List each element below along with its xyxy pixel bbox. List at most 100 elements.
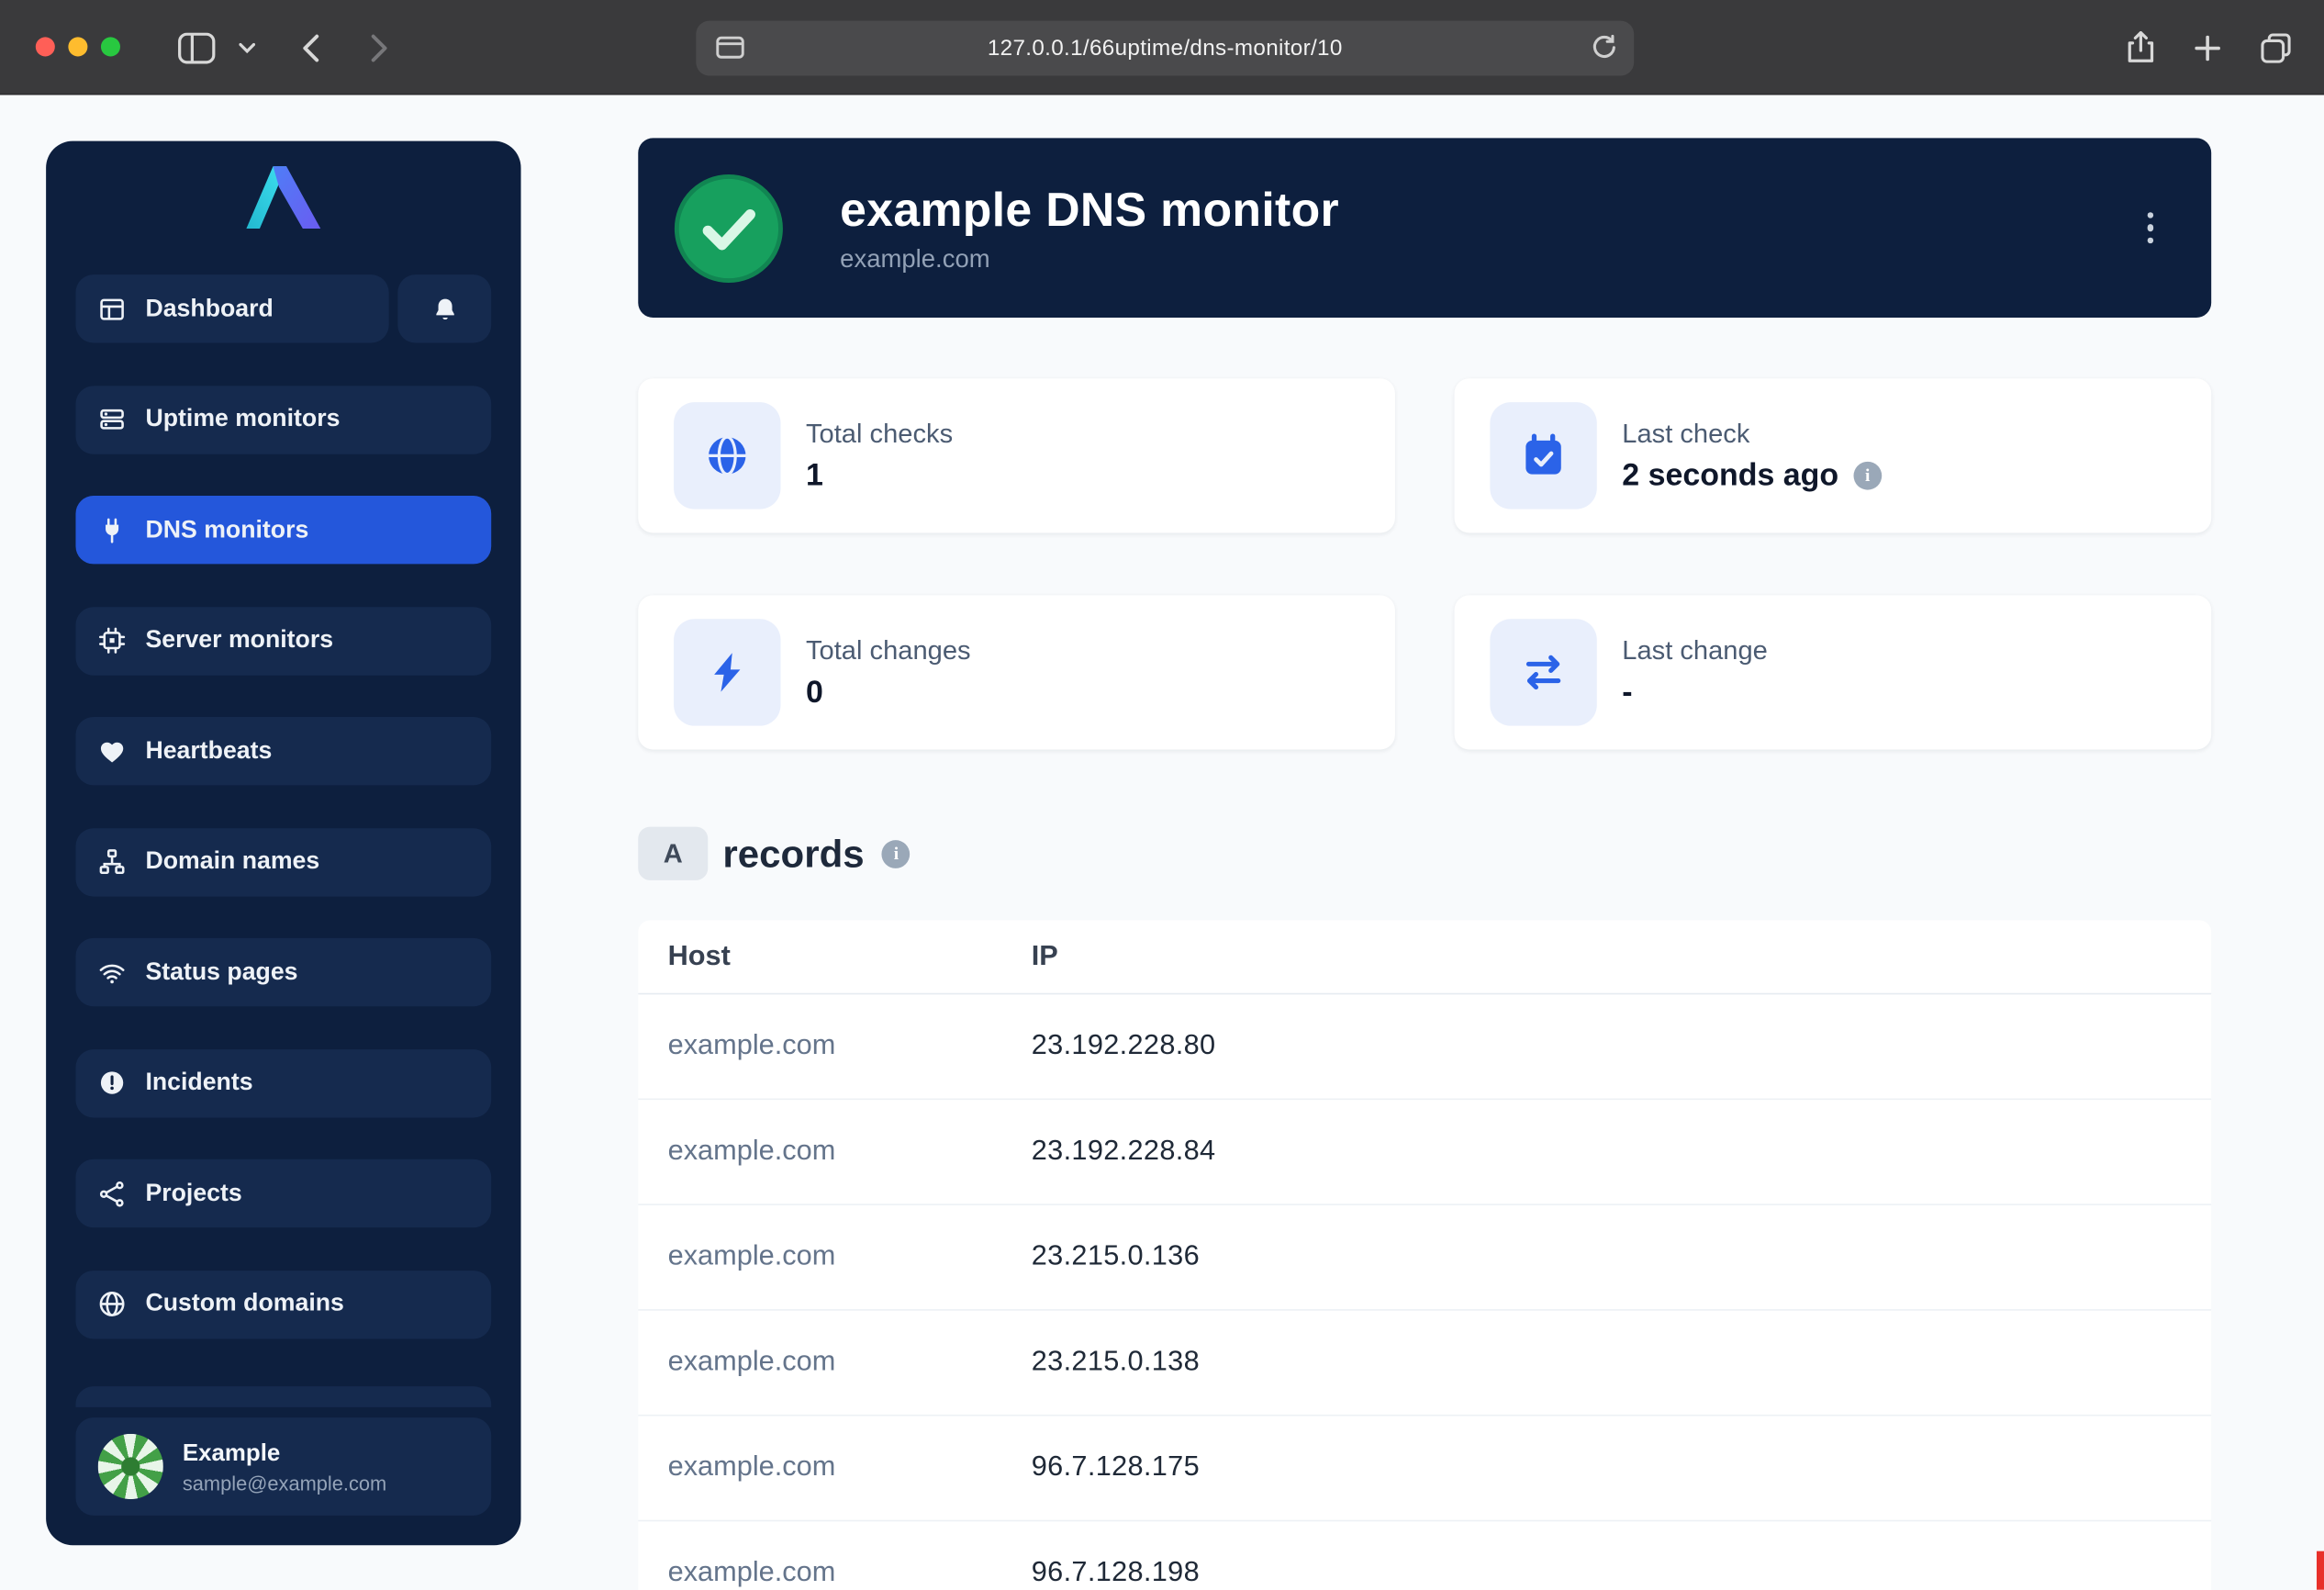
stat-value: 2 seconds ago i [1622, 458, 1882, 494]
url-text: 127.0.0.1/66uptime/dns-monitor/10 [988, 36, 1343, 61]
stat-card-total-checks: Total checks 1 [638, 378, 1395, 532]
arrows-swap-icon [1490, 619, 1596, 725]
new-tab-icon[interactable] [2182, 0, 2232, 95]
table-row: example.com 23.192.228.80 [638, 994, 2211, 1100]
sidebar-item-server-monitors[interactable]: Server monitors [75, 607, 491, 675]
stat-text: Last change - [1622, 634, 1768, 710]
forward-button[interactable] [356, 0, 401, 95]
ip-cell: 23.192.228.84 [1032, 1136, 1216, 1169]
sidebar-item-domain-names[interactable]: Domain names [75, 827, 491, 895]
sidebar-item-label: Projects [145, 1180, 241, 1208]
alert-circle-icon [98, 1069, 127, 1097]
close-window-button[interactable] [36, 37, 55, 56]
wifi-icon [98, 958, 127, 987]
host-cell: example.com [638, 1557, 1031, 1590]
stat-value: - [1622, 675, 1768, 711]
info-icon[interactable]: i [1853, 462, 1882, 490]
page-title: example DNS monitor [840, 182, 1339, 237]
notifications-button[interactable] [397, 274, 491, 342]
bell-icon [431, 295, 458, 323]
user-name: Example [183, 1439, 386, 1469]
sidebar-item-label: Custom domains [145, 1290, 343, 1318]
ip-cell: 96.7.128.198 [1032, 1557, 1200, 1590]
sidebar-item-projects[interactable]: Projects [75, 1159, 491, 1227]
stat-text: Total changes 0 [806, 634, 971, 710]
nodes-icon [98, 1180, 127, 1208]
host-cell: example.com [638, 1347, 1031, 1380]
screen: 127.0.0.1/66uptime/dns-monitor/10 [0, 0, 2324, 1590]
records-title: records [722, 831, 864, 877]
grid-icon [98, 295, 127, 323]
minimize-window-button[interactable] [68, 37, 87, 56]
stat-text: Total checks 1 [806, 418, 953, 493]
sidebar-toggle-icon[interactable] [173, 0, 220, 95]
browser-chrome: 127.0.0.1/66uptime/dns-monitor/10 [0, 0, 2324, 95]
info-icon[interactable]: i [882, 839, 911, 868]
page-settings-icon[interactable] [715, 34, 744, 68]
reload-icon[interactable] [1591, 34, 1617, 68]
stat-card-total-changes: Total changes 0 [638, 595, 1395, 749]
screen-edge-artifact [2317, 1551, 2324, 1590]
address-bar[interactable]: 127.0.0.1/66uptime/dns-monitor/10 [696, 21, 1634, 76]
sidebar-item-uptime-monitors[interactable]: Uptime monitors [75, 386, 491, 453]
traffic-lights [36, 37, 120, 56]
share-icon[interactable] [2117, 0, 2164, 95]
host-cell: example.com [638, 1241, 1031, 1274]
sidebar-item-incidents[interactable]: Incidents [75, 1048, 491, 1116]
sidebar-item-label: Domain names [145, 847, 319, 876]
calendar-check-icon [1490, 402, 1596, 509]
tab-overview-icon[interactable] [2250, 0, 2300, 95]
cpu-icon [98, 626, 127, 655]
globe-icon [98, 1290, 127, 1318]
sidebar-item-label: Dashboard [145, 295, 273, 323]
globe-icon [674, 402, 780, 509]
sidebar-item-status-pages[interactable]: Status pages [75, 938, 491, 1006]
host-cell: example.com [638, 1451, 1031, 1484]
user-menu[interactable]: Example sample@example.com [75, 1417, 491, 1516]
sidebar-item-label: Server monitors [145, 626, 333, 655]
ip-cell: 23.192.228.80 [1032, 1030, 1216, 1063]
host-cell: example.com [638, 1030, 1031, 1063]
stat-value: 0 [806, 675, 971, 711]
records-table: Host IP example.com 23.192.228.80 exampl… [638, 920, 2211, 1590]
monitor-header-card: example DNS monitor example.com [638, 138, 2211, 318]
status-ok-icon [674, 173, 784, 283]
avatar [98, 1434, 163, 1499]
table-row: example.com 96.7.128.198 [638, 1521, 2211, 1590]
table-row: example.com 23.215.0.136 [638, 1205, 2211, 1311]
user-email: sample@example.com [183, 1472, 386, 1494]
stat-card-last-change: Last change - [1455, 595, 2212, 749]
ip-cell: 23.215.0.138 [1032, 1347, 1200, 1380]
sidebar-item-custom-domains[interactable]: Custom domains [75, 1270, 491, 1338]
record-type-badge: A [638, 827, 708, 880]
chevron-down-icon[interactable] [231, 0, 261, 95]
sidebar-item-dashboard[interactable]: Dashboard [75, 274, 388, 342]
user-info: Example sample@example.com [183, 1439, 386, 1495]
bolt-icon [674, 619, 780, 725]
heart-icon [98, 737, 127, 766]
host-cell: example.com [638, 1136, 1031, 1169]
kebab-menu-icon[interactable] [2125, 194, 2175, 262]
stat-text: Last check 2 seconds ago i [1622, 418, 1882, 493]
sidebar: Dashboard Uptime monitors [46, 141, 520, 1546]
zoom-window-button[interactable] [101, 37, 120, 56]
table-row: example.com 96.7.128.175 [638, 1416, 2211, 1522]
table-row: example.com 23.192.228.84 [638, 1100, 2211, 1205]
stat-card-last-check: Last check 2 seconds ago i [1455, 378, 2212, 532]
ip-cell: 23.215.0.136 [1032, 1241, 1200, 1274]
stat-value-text: 2 seconds ago [1622, 458, 1838, 494]
stat-label: Last change [1622, 634, 1768, 666]
sidebar-item-label: DNS monitors [145, 516, 308, 544]
sidebar-item-dns-monitors[interactable]: DNS monitors [75, 496, 491, 564]
stat-label: Last check [1622, 418, 1882, 449]
sidebar-item-label: Heartbeats [145, 737, 272, 766]
stat-value: 1 [806, 458, 953, 494]
plug-icon [98, 516, 127, 544]
app-logo[interactable] [46, 161, 520, 232]
sidebar-item-heartbeats[interactable]: Heartbeats [75, 717, 491, 785]
stat-label: Total checks [806, 418, 953, 449]
sidebar-item-label: Uptime monitors [145, 405, 340, 433]
table-header-row: Host IP [638, 920, 2211, 994]
back-button[interactable] [288, 0, 333, 95]
ip-cell: 96.7.128.175 [1032, 1451, 1200, 1484]
